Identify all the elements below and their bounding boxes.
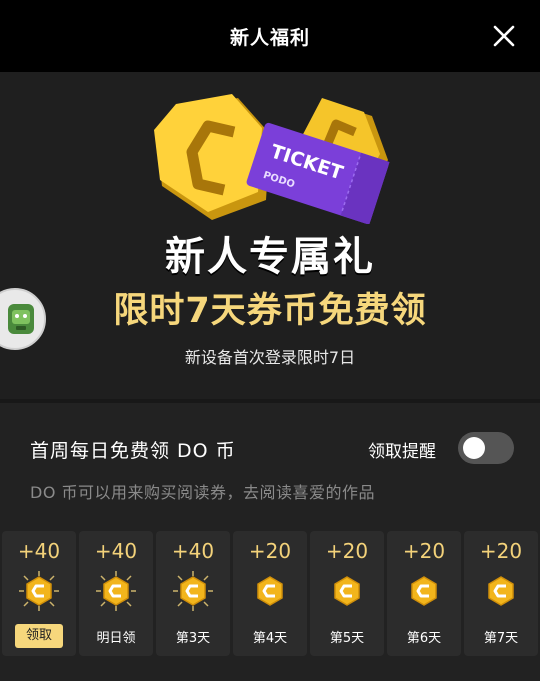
- coin-icon: [411, 576, 437, 606]
- day-amount: +20: [402, 539, 446, 563]
- close-icon[interactable]: [490, 22, 518, 50]
- coin-icon: [488, 576, 514, 606]
- coin-icon: [334, 576, 360, 606]
- panel-title: 首周每日免费领 DO 币: [30, 440, 236, 462]
- coin-icon: [173, 571, 213, 611]
- coin-icon: [257, 576, 283, 606]
- page-title: 新人福利: [229, 26, 310, 49]
- coin-icon: [19, 571, 59, 611]
- hero-heading: 新人专属礼: [165, 234, 375, 280]
- day-amount: +20: [248, 539, 292, 563]
- hero-banner: TICKET PODO 新人专属礼 限时7天券币免费领 新设备首次登录限时7日: [0, 72, 540, 400]
- coin-icon: [96, 571, 136, 611]
- robot-icon: [8, 304, 34, 334]
- day-card[interactable]: +40 领取: [2, 531, 76, 656]
- panel-description: DO 币可以用来购买阅读券，去阅读喜爱的作品: [30, 483, 376, 502]
- coins-ticket-illustration: TICKET PODO: [154, 94, 390, 224]
- remind-toggle[interactable]: [458, 432, 514, 464]
- day-card[interactable]: +40 明日领: [79, 531, 153, 656]
- claim-button[interactable]: 领取: [15, 624, 63, 648]
- day-label: 明日领: [96, 631, 136, 646]
- day-amount: +20: [325, 539, 369, 563]
- remind-label: 领取提醒: [368, 442, 436, 462]
- day-card[interactable]: +20 第5天: [310, 531, 384, 656]
- day-amount: +40: [94, 539, 138, 563]
- day-label: 第6天: [406, 631, 442, 646]
- hero-note: 新设备首次登录限时7日: [184, 348, 356, 367]
- day-card[interactable]: +20 第4天: [233, 531, 307, 656]
- day-card[interactable]: +20 第7天: [464, 531, 538, 656]
- day-amount: +40: [17, 539, 61, 563]
- daily-rewards-panel: 首周每日免费领 DO 币 领取提醒 DO 币可以用来购买阅读券，去阅读喜爱的作品…: [0, 403, 540, 681]
- day-label: 第7天: [483, 631, 519, 646]
- day-amount: +40: [171, 539, 215, 563]
- day-card[interactable]: +40 第3天: [156, 531, 230, 656]
- day-list: +40 领取 +40 明日领 +40 第3天 +20 第4天 +20 第5天 +20 第6天 +20 第7…: [0, 531, 540, 656]
- toggle-knob: [463, 437, 485, 459]
- hero-subheading: 限时7天券币免费领: [113, 291, 427, 331]
- header-bar: 新人福利: [0, 0, 540, 72]
- day-card[interactable]: +20 第6天: [387, 531, 461, 656]
- day-label: 第5天: [329, 631, 365, 646]
- day-label: 第3天: [175, 631, 211, 646]
- day-label: 第4天: [252, 631, 288, 646]
- day-amount: +20: [479, 539, 523, 563]
